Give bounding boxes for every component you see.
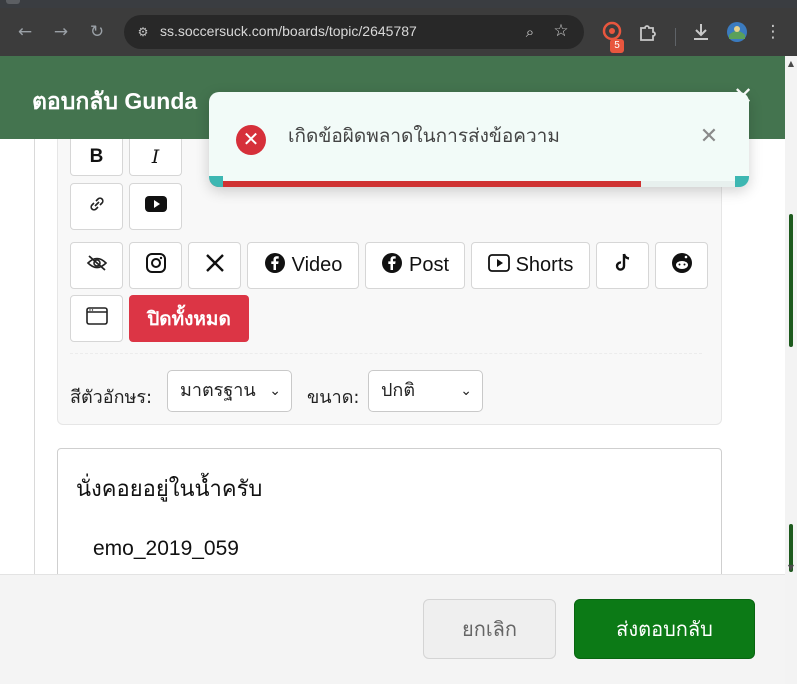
address-bar[interactable]: ⚙ ss.soccersuck.com/boards/topic/2645787… bbox=[124, 15, 584, 49]
font-color-select[interactable]: มาตรฐาน ⌄ bbox=[167, 370, 292, 412]
toast-close-icon[interactable]: ✕ bbox=[697, 124, 721, 148]
tab-edge bbox=[6, 0, 20, 4]
bold-label: B bbox=[89, 146, 104, 167]
facebook-icon bbox=[264, 252, 286, 280]
profile-avatar[interactable] bbox=[726, 21, 748, 43]
font-color-label: สีตัวอักษร: bbox=[70, 387, 153, 408]
modal-body-edge bbox=[34, 139, 35, 575]
toast-progress-bar bbox=[209, 181, 641, 187]
play-box-icon bbox=[487, 253, 510, 278]
send-reply-button[interactable]: ส่งตอบกลับ bbox=[574, 599, 755, 659]
scroll-up-arrow-icon[interactable]: ▲ bbox=[786, 59, 796, 69]
forward-icon[interactable]: → bbox=[49, 20, 73, 44]
font-size-select[interactable]: ปกติ ⌄ bbox=[368, 370, 483, 412]
embed-window-button[interactable] bbox=[70, 295, 123, 342]
zoom-icon[interactable]: ⌕ bbox=[520, 22, 540, 42]
site-settings-icon[interactable]: ⚙ bbox=[134, 23, 152, 41]
youtube-button[interactable] bbox=[129, 183, 182, 230]
menu-kebab-icon[interactable]: ⋮ bbox=[761, 20, 785, 44]
error-toast: ✕ เกิดข้อผิดพลาดในการส่งข้อความ ✕ bbox=[209, 92, 749, 187]
reddit-icon bbox=[671, 252, 693, 280]
browser-toolbar: ← → ↻ ⚙ ss.soccersuck.com/boards/topic/2… bbox=[0, 8, 797, 56]
youtube-shorts-button[interactable]: Shorts bbox=[471, 242, 590, 289]
close-all-button[interactable]: ปิดทั้งหมด bbox=[129, 295, 249, 342]
x-logo-icon bbox=[205, 253, 225, 279]
message-textarea[interactable]: นั่งคอยอยู่ในน้ำครับ emo_2019_059 bbox=[57, 448, 722, 575]
tiktok-button[interactable] bbox=[596, 242, 649, 289]
toast-corner-right bbox=[735, 176, 749, 187]
shorts-label: Shorts bbox=[515, 254, 574, 276]
link-icon bbox=[88, 195, 106, 219]
chevron-down-icon: ⌄ bbox=[460, 383, 472, 399]
modal-title: ตอบกลับ Gunda bbox=[32, 88, 198, 114]
x-twitter-button[interactable] bbox=[188, 242, 241, 289]
tab-strip bbox=[0, 0, 797, 8]
scroll-down-arrow-icon[interactable]: ▼ bbox=[786, 563, 796, 573]
video-label: Video bbox=[291, 254, 343, 276]
page-scrollbar[interactable]: ▲ ▼ bbox=[785, 56, 797, 684]
back-icon[interactable]: ← bbox=[13, 20, 37, 44]
facebook-video-button[interactable]: Video bbox=[247, 242, 359, 289]
font-size-value: ปกติ bbox=[381, 380, 416, 401]
browser-window-icon bbox=[85, 306, 108, 331]
toast-progress-track bbox=[209, 181, 749, 187]
download-icon[interactable] bbox=[690, 21, 712, 43]
modal-footer: ยกเลิก ส่งตอบกลับ bbox=[0, 574, 785, 684]
scrollbar-thumb[interactable] bbox=[789, 214, 793, 347]
toast-corner-left bbox=[209, 176, 223, 187]
size-label: ขนาด: bbox=[307, 387, 360, 408]
message-line-2: emo_2019_059 bbox=[93, 537, 239, 560]
instagram-button[interactable] bbox=[129, 242, 182, 289]
facebook-post-button[interactable]: Post bbox=[365, 242, 465, 289]
toolbar-divider bbox=[675, 28, 676, 46]
post-label: Post bbox=[408, 254, 450, 276]
bookmark-star-icon[interactable]: ☆ bbox=[551, 21, 571, 41]
modal-body: B I Video Post Shorts ปิดทั้งหมด สีตัวอั… bbox=[0, 139, 785, 575]
bold-button[interactable]: B bbox=[70, 139, 123, 176]
reddit-button[interactable] bbox=[655, 242, 708, 289]
italic-label: I bbox=[151, 146, 160, 168]
hide-button[interactable] bbox=[70, 242, 123, 289]
toolbox-separator bbox=[70, 353, 702, 354]
instagram-icon bbox=[145, 252, 167, 280]
extensions-puzzle-icon[interactable] bbox=[637, 21, 659, 43]
youtube-icon bbox=[144, 195, 167, 218]
reload-icon[interactable]: ↻ bbox=[85, 20, 109, 44]
link-button[interactable] bbox=[70, 183, 123, 230]
italic-button[interactable]: I bbox=[129, 139, 182, 176]
toast-message: เกิดข้อผิดพลาดในการส่งข้อความ bbox=[288, 125, 560, 147]
extension-badge: 5 bbox=[610, 39, 624, 53]
error-x-circle-icon: ✕ bbox=[236, 125, 266, 155]
chevron-down-icon: ⌄ bbox=[269, 383, 281, 399]
tiktok-icon bbox=[613, 252, 633, 280]
facebook-icon bbox=[381, 252, 403, 280]
message-line-1: นั่งคอยอยู่ในน้ำครับ bbox=[76, 477, 263, 502]
eye-slash-icon bbox=[86, 254, 108, 278]
url-text[interactable]: ss.soccersuck.com/boards/topic/2645787 bbox=[160, 23, 417, 39]
cancel-button[interactable]: ยกเลิก bbox=[423, 599, 556, 659]
font-color-value: มาตรฐาน bbox=[180, 380, 256, 401]
